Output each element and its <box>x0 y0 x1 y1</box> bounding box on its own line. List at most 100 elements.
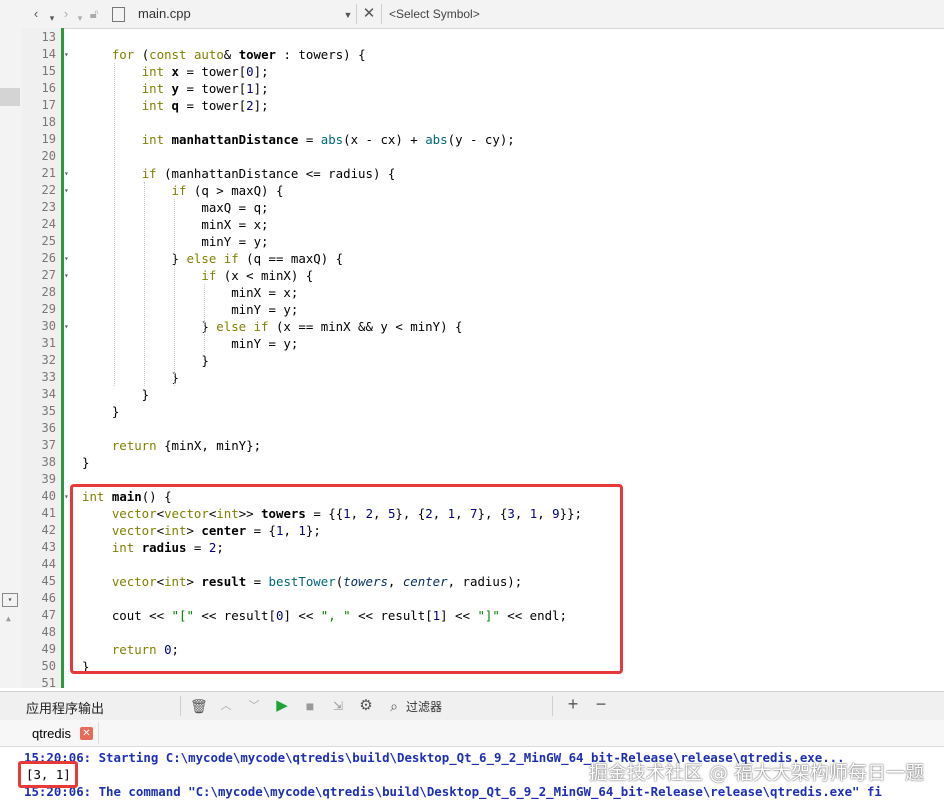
code-token: } <box>82 353 209 368</box>
code-token: (manhattanDistance <= radius) { <box>156 166 396 181</box>
code-token: int <box>141 132 165 147</box>
clear-output-icon[interactable]: 🗑︎ <box>190 698 208 714</box>
line-number: 43 <box>41 540 56 554</box>
close-tab-icon[interactable]: ✕ <box>80 727 93 740</box>
code-token: } <box>82 404 120 419</box>
line-number: 32 <box>41 353 56 367</box>
settings-gear-icon[interactable]: ⚙ <box>358 698 374 714</box>
previous-item-icon[interactable]: ︿ <box>218 698 234 714</box>
stop-icon[interactable]: ■ <box>302 698 318 714</box>
code-token: q <box>171 98 180 113</box>
line-number: 46 <box>41 591 56 605</box>
code-line[interactable]: if (manhattanDistance <= radius) { <box>82 165 396 182</box>
fold-toggle-icon[interactable]: ▾ <box>64 267 74 284</box>
line-number: 31 <box>41 336 56 350</box>
minus-icon[interactable]: − <box>593 695 609 713</box>
code-line[interactable]: minY = y; <box>82 233 269 250</box>
code-token: } <box>82 251 187 266</box>
add-icon[interactable]: + <box>565 695 581 713</box>
fold-toggle-icon[interactable]: ▾ <box>64 182 74 199</box>
line-number: 42 <box>41 523 56 537</box>
code-token: int <box>141 64 165 79</box>
line-number: 44 <box>41 557 56 571</box>
code-token: = tower[ <box>179 98 247 113</box>
code-token: x <box>171 64 180 79</box>
indent-guide <box>114 63 115 386</box>
fold-toggle-icon[interactable]: ▾ <box>64 165 74 182</box>
line-number: 38 <box>41 455 56 469</box>
code-token: if <box>253 319 269 334</box>
indent-guide <box>144 182 145 386</box>
line-number: 34 <box>41 387 56 401</box>
line-number: 25 <box>41 234 56 248</box>
code-line[interactable]: } else if (x == minX && y < minY) { <box>82 318 462 335</box>
line-number: 47 <box>41 608 56 622</box>
code-token: abs <box>425 132 448 147</box>
line-number: 19 <box>41 132 56 146</box>
code-line[interactable]: } <box>82 369 179 386</box>
code-line[interactable]: } <box>82 352 209 369</box>
line-number: 13 <box>41 30 56 44</box>
line-number: 21 <box>41 166 56 180</box>
code-line[interactable]: if (x < minX) { <box>82 267 313 284</box>
code-token: tower <box>238 47 277 62</box>
code-line[interactable]: } <box>82 403 119 420</box>
code-line[interactable]: } <box>82 386 149 403</box>
code-line[interactable]: int x = tower[0]; <box>82 63 269 80</box>
filter-input[interactable]: 过滤器 <box>406 698 442 715</box>
code-line[interactable]: return {minX, minY}; <box>82 437 261 454</box>
code-token: } <box>82 387 150 402</box>
code-token: if <box>201 268 217 283</box>
line-number: 14 <box>41 47 56 61</box>
code-line[interactable]: } else if (q == maxQ) { <box>82 250 344 267</box>
code-line[interactable]: int q = tower[2]; <box>82 97 269 114</box>
code-token: if <box>171 183 187 198</box>
code-line[interactable]: maxQ = q; <box>82 199 268 216</box>
code-token: auto <box>193 47 224 62</box>
attach-debugger-icon[interactable]: ⇲ <box>330 698 346 714</box>
code-token: const <box>149 47 187 62</box>
tab-label: qtredis <box>32 726 72 741</box>
fold-toggle-icon[interactable]: ▾ <box>64 318 74 335</box>
output-line: 15:20:06: The command "C:\mycode\mycode\… <box>24 784 882 799</box>
code-token: = tower[ <box>179 64 247 79</box>
code-line[interactable]: } <box>82 454 89 471</box>
run-icon[interactable]: ▶ <box>274 698 290 714</box>
code-line[interactable]: int manhattanDistance = abs(x - cx) + ab… <box>82 131 515 148</box>
code-line[interactable]: int y = tower[1]; <box>82 80 269 97</box>
fold-toggle-icon[interactable]: ▾ <box>64 46 74 63</box>
code-token: : towers) { <box>276 47 366 62</box>
code-line[interactable]: if (q > maxQ) { <box>82 182 284 199</box>
output-panel-header: 应用程序输出 🗑︎ ︿ ﹀ ▶ ■ ⇲ ⚙ ⌕ 过滤器 + − <box>0 691 944 721</box>
watermark: 掘金技术社区 @ 福大大架构师每日一题 <box>588 762 924 784</box>
code-token: else <box>216 319 247 334</box>
code-token: ]; <box>253 64 269 79</box>
line-number: 17 <box>41 98 56 112</box>
toolbar-divider <box>552 696 553 716</box>
line-number: 41 <box>41 506 56 520</box>
code-token: minY = y; <box>82 234 269 249</box>
code-token: } <box>82 455 90 470</box>
line-number: 18 <box>41 115 56 129</box>
indent-guide <box>204 335 205 352</box>
code-line[interactable]: for (const auto& tower : towers) { <box>82 46 366 63</box>
line-number: 28 <box>41 285 56 299</box>
tab-qtredis[interactable]: qtredis ✕ <box>24 722 99 744</box>
line-number: 36 <box>41 421 56 435</box>
code-token: } <box>82 370 179 385</box>
code-token: int <box>141 81 165 96</box>
code-token: minX = x; <box>82 217 269 232</box>
next-item-icon[interactable]: ﹀ <box>246 698 262 714</box>
fold-toggle-icon[interactable]: ▾ <box>64 250 74 267</box>
line-number: 50 <box>41 659 56 673</box>
code-token: } <box>82 319 217 334</box>
line-number: 45 <box>41 574 56 588</box>
code-line[interactable]: minX = x; <box>82 216 269 233</box>
line-number: 39 <box>41 472 56 486</box>
